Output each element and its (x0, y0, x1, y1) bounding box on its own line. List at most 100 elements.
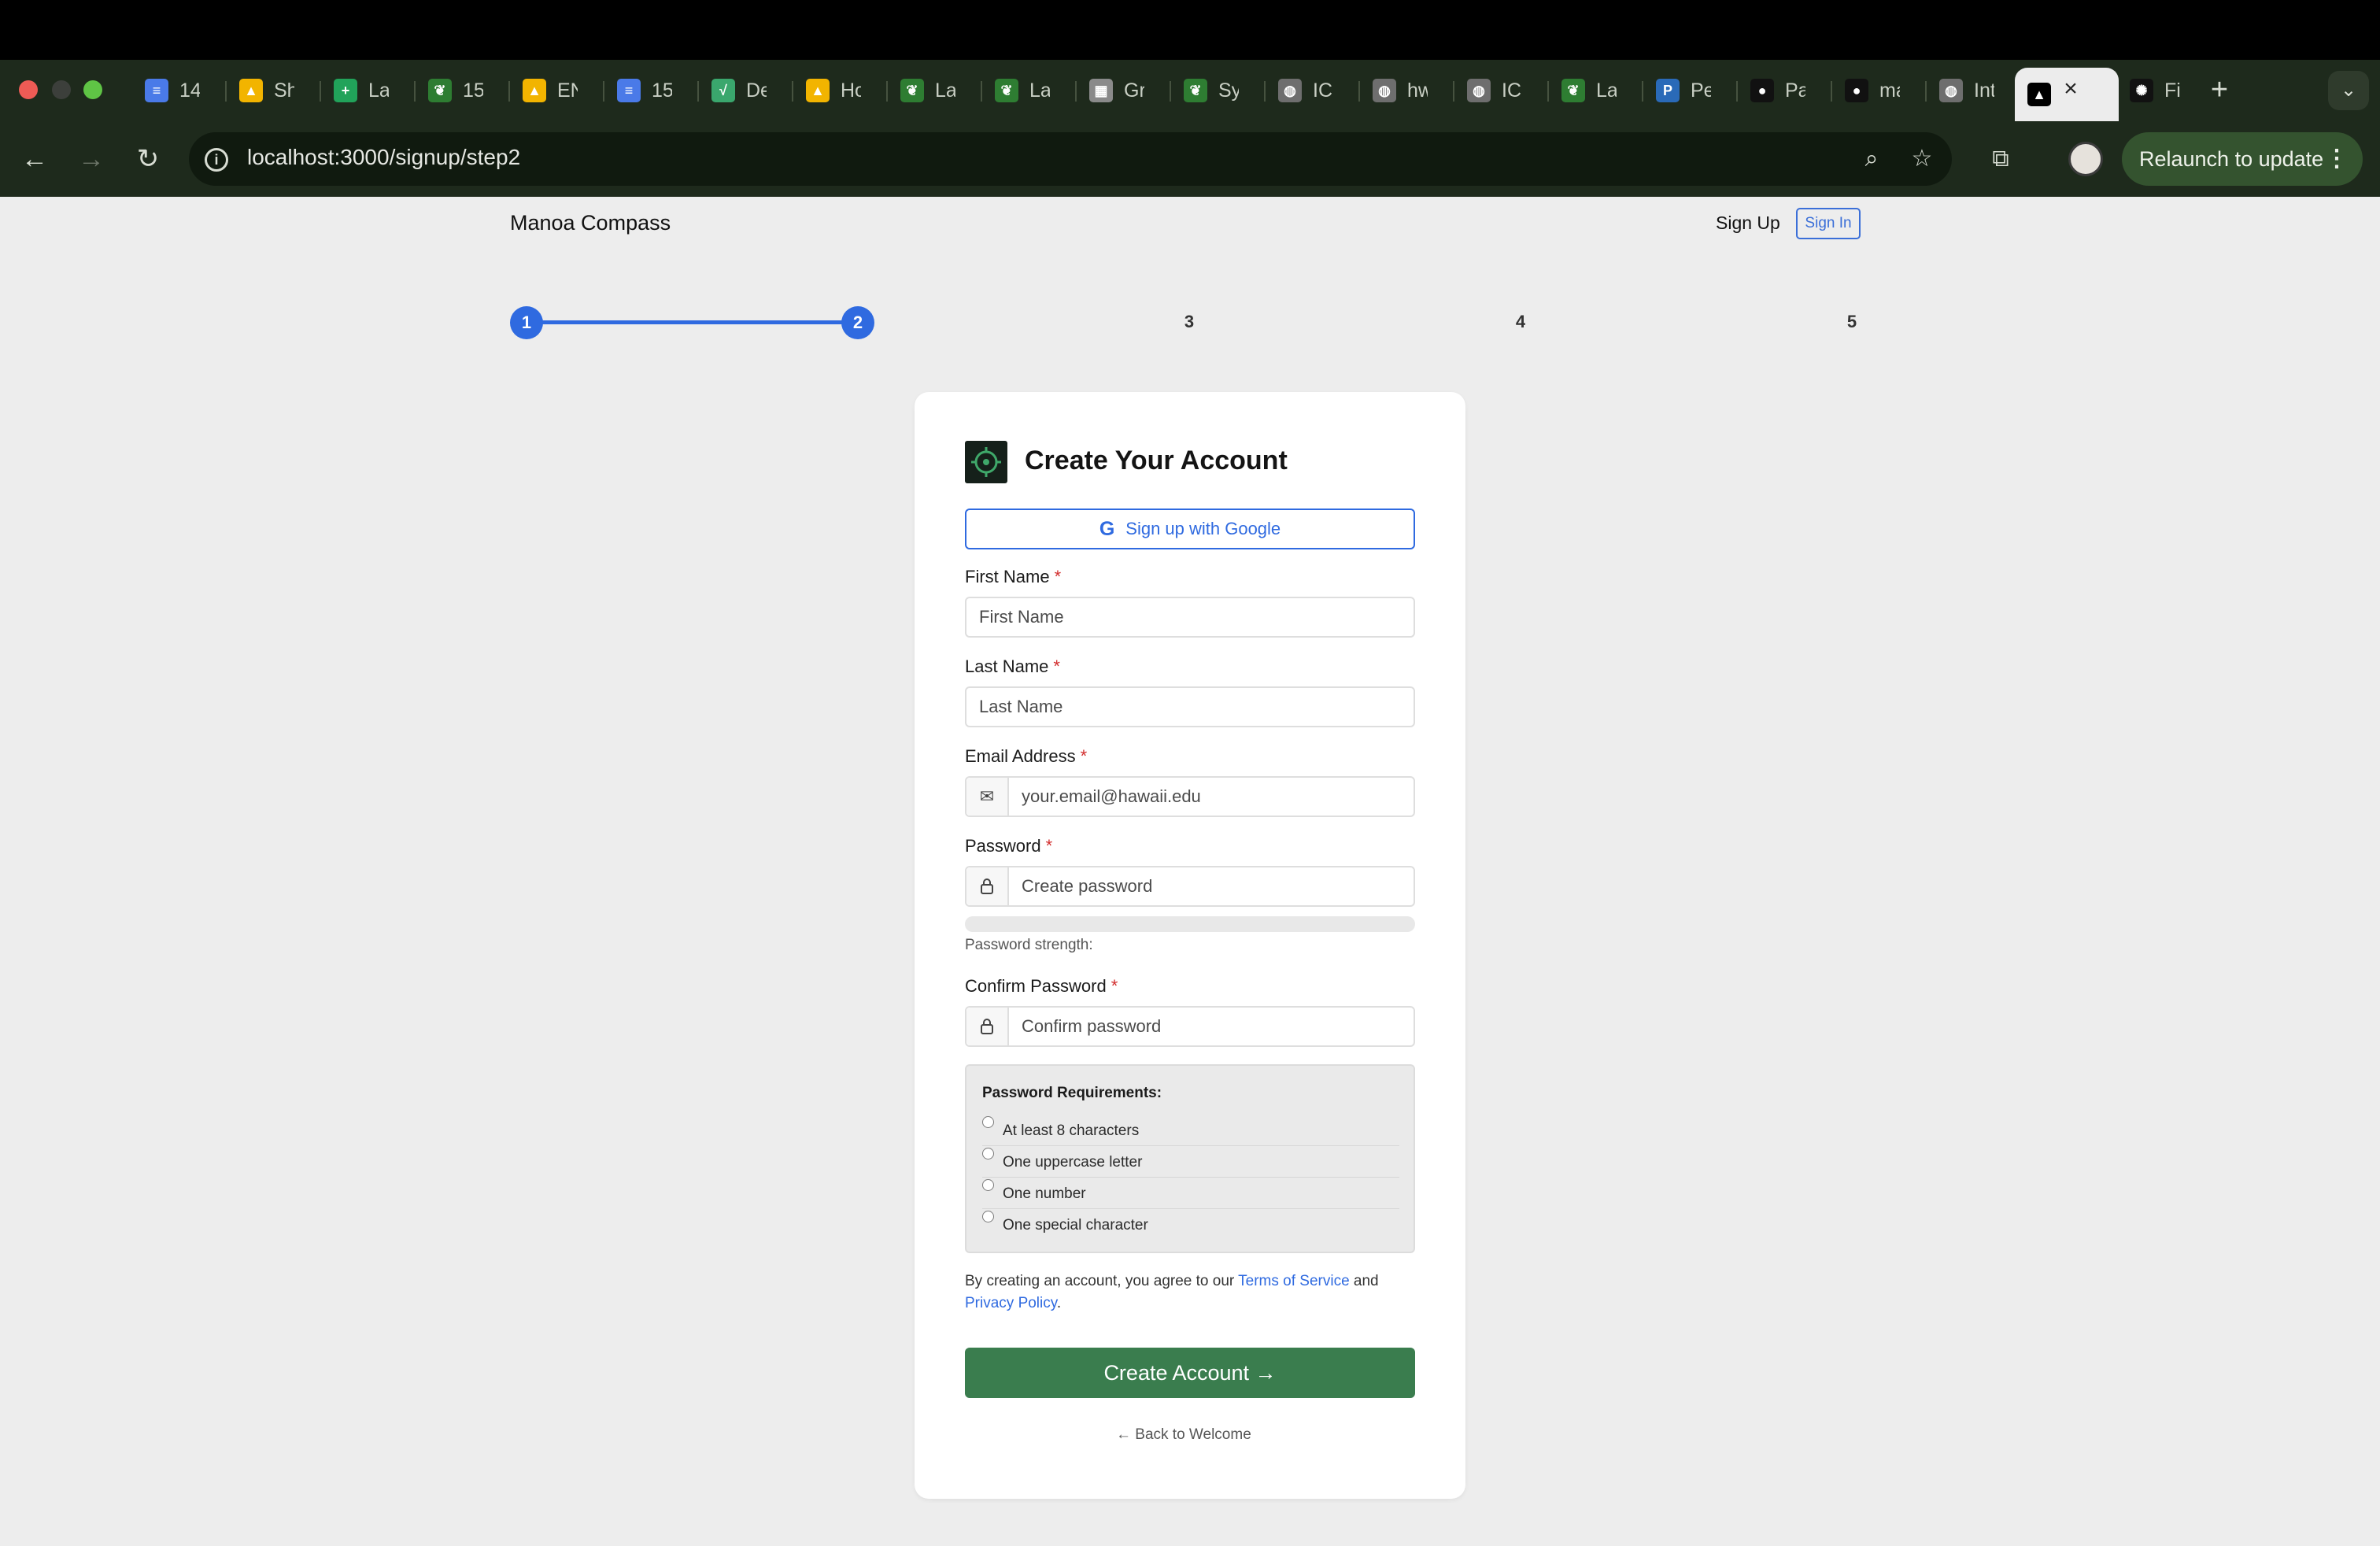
browser-tab[interactable]: ▲ EN (510, 69, 601, 112)
leaf-icon: ❦ (995, 79, 1018, 102)
zoom-icon[interactable]: ⌕ (1856, 143, 1887, 175)
requirement-item: One number (982, 1178, 1399, 1209)
email-label: Email Address * (965, 746, 1087, 767)
requirement-status-icon (982, 1148, 994, 1160)
password-label-text: Password (965, 836, 1041, 856)
browser-tab[interactable]: ≡ 15 (604, 69, 696, 112)
password-field[interactable]: Create password (965, 866, 1415, 907)
tab-title: EN (557, 79, 578, 102)
brand-name[interactable]: Manoa Compass (510, 211, 671, 235)
site-info-icon[interactable]: i (205, 148, 228, 172)
step-5-indicator: 5 (1846, 312, 1857, 331)
browser-tab[interactable]: ❦ 15 (416, 69, 507, 112)
github-icon: ● (1750, 79, 1774, 102)
first-name-label: First Name * (965, 567, 1061, 587)
reload-icon[interactable]: ↻ (132, 143, 164, 175)
privacy-policy-link[interactable]: Privacy Policy (965, 1295, 1057, 1311)
browser-tab[interactable]: ◍ Int (1927, 69, 2018, 112)
tab-title: ma (1879, 79, 1900, 102)
drive-icon: ▲ (523, 79, 546, 102)
browser-tab[interactable]: ◍ IC (1454, 69, 1546, 112)
browser-tab[interactable]: ❦ La (1549, 69, 1640, 112)
browser-tab[interactable]: + La (321, 69, 412, 112)
browser-tab[interactable]: ▲ Ho (793, 69, 885, 112)
terms-of-service-link[interactable]: Terms of Service (1238, 1273, 1349, 1289)
required-marker: * (1111, 976, 1118, 996)
tab-title: Pa (1785, 79, 1805, 102)
required-marker: * (1080, 746, 1088, 766)
terms-notice: By creating an account, you agree to our… (965, 1270, 1415, 1315)
tab-title: La (368, 79, 389, 102)
leaf-icon: ❦ (428, 79, 452, 102)
tab-title: Sh (274, 79, 294, 102)
confirm-password-field[interactable]: Confirm password (965, 1006, 1415, 1047)
tab-title: 15 (652, 79, 672, 102)
browser-tab[interactable]: ● Pa (1738, 69, 1829, 112)
extensions-icon[interactable]: ⧉ (1985, 143, 2016, 175)
required-marker: * (1053, 656, 1060, 676)
sign-in-button[interactable]: Sign In (1796, 208, 1861, 239)
tab-title: Fi (2164, 79, 2181, 102)
google-signup-button[interactable]: G Sign up with Google (965, 509, 1415, 549)
browser-tab[interactable]: ✺ Fi (2117, 69, 2208, 112)
tab-title: Ho (841, 79, 861, 102)
github-icon: ● (1845, 79, 1868, 102)
email-field[interactable]: ✉ your.email@hawaii.edu (965, 776, 1415, 817)
profile-avatar[interactable] (2068, 142, 2103, 176)
tab-title: De (746, 79, 767, 102)
tab-search-button[interactable]: ⌄ (2328, 71, 2369, 110)
back-arrow-icon[interactable]: ← (19, 143, 50, 175)
requirement-text: At least 8 characters (1003, 1123, 1140, 1139)
browser-tab[interactable]: ▦ Gr (1077, 69, 1168, 112)
step-2-indicator: 2 (841, 306, 874, 339)
bookmark-star-icon[interactable]: ☆ (1906, 143, 1938, 175)
calculator-icon: ▦ (1089, 79, 1113, 102)
browser-tab[interactable]: ▲ Sh (227, 69, 318, 112)
browser-tab[interactable]: ❦ Sy (1171, 69, 1262, 112)
requirement-status-icon (982, 1179, 994, 1191)
close-window-button[interactable] (19, 80, 38, 99)
envelope-icon: ✉ (966, 778, 1009, 816)
browser-tab[interactable]: ◍ hw (1360, 69, 1451, 112)
google-signup-label: Sign up with Google (1125, 519, 1281, 538)
last-name-label: Last Name * (965, 656, 1060, 677)
terms-and: and (1349, 1273, 1379, 1289)
openai-icon: ✺ (2130, 79, 2153, 102)
tab-title: Gr (1124, 79, 1144, 102)
maximize-window-button[interactable] (83, 80, 102, 99)
leaf-icon: ❦ (1561, 79, 1585, 102)
tab-title: La (935, 79, 955, 102)
browser-tab[interactable]: ❦ La (982, 69, 1074, 112)
browser-tab[interactable]: ❦ La (888, 69, 979, 112)
lock-icon (966, 1008, 1009, 1045)
back-to-welcome-link[interactable]: ← Back to Welcome (1116, 1426, 1251, 1444)
create-account-button[interactable]: Create Account → (965, 1348, 1415, 1398)
relaunch-label: Relaunch to update (2139, 147, 2324, 171)
confirm-password-label-text: Confirm Password (965, 976, 1107, 996)
drive-icon: ▲ (806, 79, 830, 102)
browser-tab[interactable]: ≡ 14 (132, 69, 224, 112)
browser-tab[interactable]: P Pe (1643, 69, 1735, 112)
password-label: Password * (965, 836, 1052, 856)
minimize-window-button[interactable] (52, 80, 71, 99)
more-menu-icon[interactable]: ⋮ (2325, 132, 2349, 186)
globe-icon: ◍ (1467, 79, 1491, 102)
relaunch-button[interactable]: Relaunch to update ⋮ (2122, 132, 2363, 186)
browser-tab[interactable]: ● ma (1832, 69, 1924, 112)
tab-title: La (1029, 79, 1050, 102)
forward-arrow-icon[interactable]: → (76, 143, 107, 175)
url-text[interactable]: localhost:3000/signup/step2 (247, 145, 520, 170)
last-name-input[interactable]: Last Name (965, 686, 1415, 727)
leaf-icon: ❦ (1184, 79, 1207, 102)
new-tab-button[interactable]: + (2204, 74, 2235, 105)
browser-tab[interactable]: ◍ IC (1266, 69, 1357, 112)
confirm-password-placeholder: Confirm password (1022, 1016, 1162, 1036)
lock-icon (966, 867, 1009, 905)
first-name-input[interactable]: First Name (965, 597, 1415, 638)
close-tab-icon[interactable]: × (2059, 77, 2082, 101)
confirm-password-label: Confirm Password * (965, 976, 1118, 997)
sign-up-link[interactable]: Sign Up (1716, 213, 1780, 234)
browser-tab[interactable]: √ De (699, 69, 790, 112)
requirement-text: One uppercase letter (1003, 1154, 1143, 1171)
requirement-text: One special character (1003, 1217, 1148, 1233)
